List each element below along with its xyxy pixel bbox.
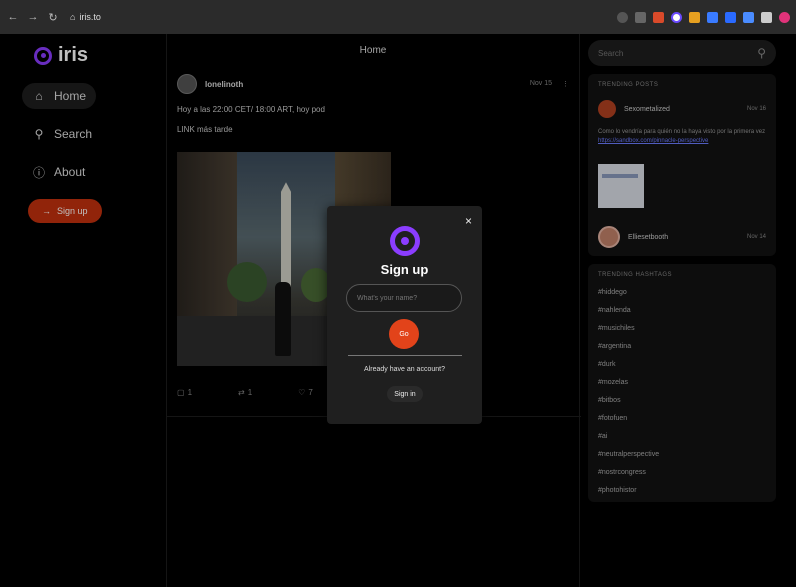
extensions-bar (617, 11, 790, 23)
divider (348, 355, 462, 356)
extension-icon[interactable] (653, 11, 664, 23)
extension-icon[interactable] (743, 11, 754, 23)
go-button[interactable]: Go (389, 319, 419, 349)
extension-icon[interactable] (707, 11, 718, 23)
star-icon[interactable] (635, 11, 646, 23)
extension-icon[interactable] (671, 11, 682, 23)
browser-toolbar: ← → ↻ ⌂ iris.to (0, 0, 796, 34)
forward-icon[interactable]: → (26, 11, 40, 23)
name-input[interactable] (346, 284, 462, 312)
lock-icon: ⌂ (70, 12, 76, 22)
puzzle-icon[interactable] (761, 11, 772, 23)
extension-icon[interactable] (689, 11, 700, 23)
back-icon[interactable]: ← (6, 11, 20, 23)
profile-icon[interactable] (779, 11, 790, 23)
url-text: iris.to (79, 12, 101, 22)
signin-button[interactable]: Sign in (387, 386, 423, 402)
reload-icon[interactable]: ↻ (46, 11, 60, 24)
download-icon[interactable] (617, 11, 628, 23)
have-account-text: Already have an account? (364, 366, 445, 373)
modal-title: Sign up (380, 262, 429, 277)
address-bar[interactable]: ⌂ iris.to (70, 12, 101, 22)
extension-icon[interactable] (725, 11, 736, 23)
close-icon[interactable]: × (465, 214, 472, 228)
signup-modal: × Sign up Go Already have an account? Si… (327, 206, 482, 424)
iris-logo-icon (390, 226, 420, 256)
